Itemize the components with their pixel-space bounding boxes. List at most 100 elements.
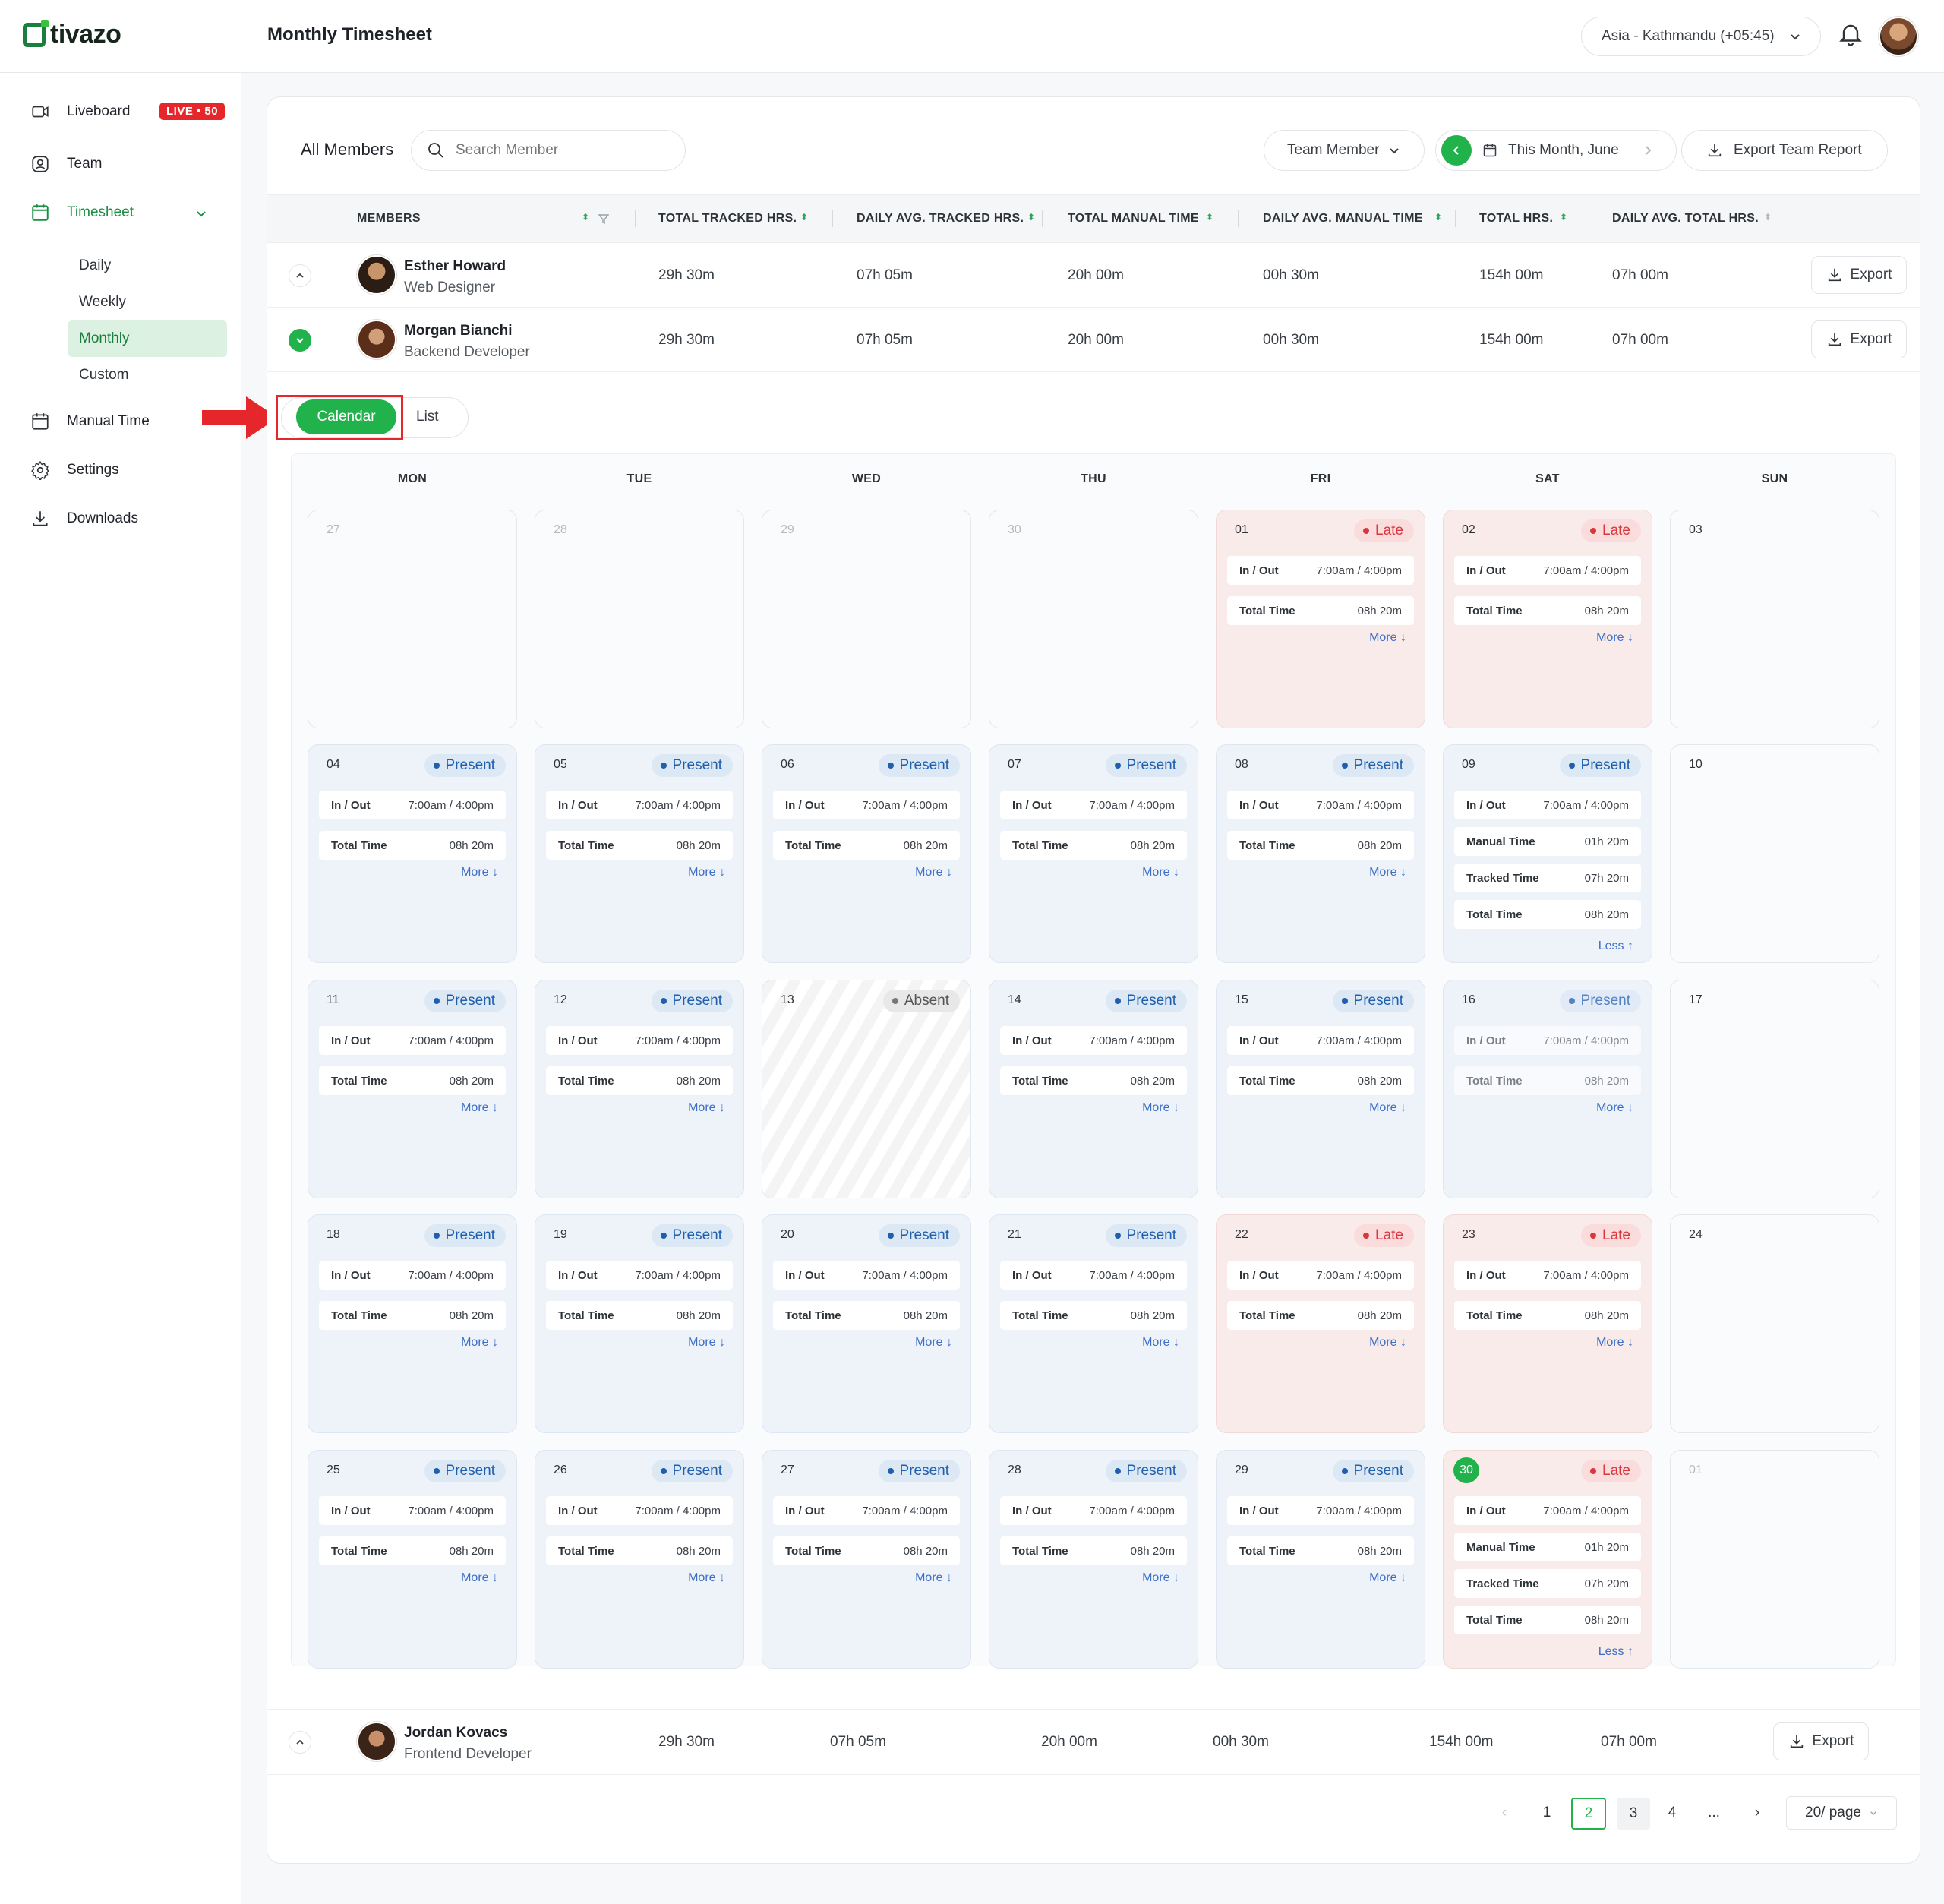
less-toggle[interactable]: Less ↑ — [1598, 939, 1633, 953]
more-toggle[interactable]: More ↓ — [1142, 1571, 1179, 1585]
calendar-day-cell[interactable]: 03 — [1670, 510, 1879, 728]
filter-icon[interactable] — [598, 213, 609, 224]
more-toggle[interactable]: More ↓ — [688, 1336, 725, 1350]
sort-icon[interactable]: ⬍ — [1560, 212, 1567, 223]
calendar-day-cell[interactable]: 14 Present In / Out 7:00am / 4:00pm Total Ti… — [989, 980, 1198, 1198]
calendar-day-cell[interactable]: 07 Present In / Out 7:00am / 4:00pm Total Ti… — [989, 744, 1198, 963]
notification-bell-icon[interactable] — [1837, 21, 1864, 49]
timezone-select[interactable]: Asia - Kathmandu (+05:45) — [1581, 17, 1821, 56]
table-row[interactable]: Morgan Bianchi Backend Developer 29h 30m… — [267, 308, 1920, 372]
sort-icon[interactable]: ⬍ — [1434, 212, 1442, 223]
more-toggle[interactable]: More ↓ — [688, 1571, 725, 1585]
calendar-day-cell[interactable]: 30 Late In / Out 7:00am / 4:00pm Manual Time… — [1443, 1450, 1652, 1669]
more-toggle[interactable]: More ↓ — [1142, 1336, 1179, 1350]
calendar-day-cell[interactable]: 26 Present In / Out 7:00am / 4:00pm Total Ti… — [535, 1450, 744, 1669]
table-row[interactable]: Esther Howard Web Designer 29h 30m 07h 0… — [267, 243, 1920, 308]
calendar-day-cell[interactable]: 15 Present In / Out 7:00am / 4:00pm Total Ti… — [1216, 980, 1425, 1198]
more-toggle[interactable]: More ↓ — [1596, 1101, 1633, 1115]
calendar-day-cell[interactable]: 28 Present In / Out 7:00am / 4:00pm Total Ti… — [989, 1450, 1198, 1669]
search-member[interactable] — [411, 130, 686, 171]
brand-logo[interactable]: tivazo — [23, 19, 122, 49]
pagination-next[interactable]: › — [1746, 1798, 1769, 1828]
calendar-day-cell[interactable]: 25 Present In / Out 7:00am / 4:00pm Total Ti… — [308, 1450, 517, 1669]
calendar-day-cell[interactable]: 01 Late In / Out 7:00am / 4:00pm Total Time 0… — [1216, 510, 1425, 728]
calendar-day-cell[interactable]: 11 Present In / Out 7:00am / 4:00pm Total Ti… — [308, 980, 517, 1198]
more-toggle[interactable]: More ↓ — [1369, 866, 1406, 879]
export-team-report-button[interactable]: Export Team Report — [1681, 130, 1888, 171]
calendar-day-cell[interactable]: 16 Present In / Out 7:00am / 4:00pm Total Ti… — [1443, 980, 1652, 1198]
sidebar-item-manual-time[interactable]: Manual Time — [30, 412, 150, 431]
page-4[interactable]: 4 — [1661, 1798, 1684, 1828]
calendar-day-cell[interactable]: 22 Late In / Out 7:00am / 4:00pm Total Time 0… — [1216, 1214, 1425, 1433]
search-input[interactable] — [456, 142, 668, 159]
more-toggle[interactable]: More ↓ — [1369, 631, 1406, 645]
more-toggle[interactable]: More ↓ — [1142, 1101, 1179, 1115]
calendar-day-cell[interactable]: 04 Present In / Out 7:00am / 4:00pm Total Ti… — [308, 744, 517, 963]
more-toggle[interactable]: More ↓ — [1142, 866, 1179, 879]
more-toggle[interactable]: More ↓ — [1369, 1571, 1406, 1585]
more-toggle[interactable]: More ↓ — [915, 1571, 952, 1585]
table-row[interactable]: Jordan Kovacs Frontend Developer 29h 30m… — [267, 1709, 1920, 1773]
calendar-day-cell[interactable]: 19 Present In / Out 7:00am / 4:00pm Total Ti… — [535, 1214, 744, 1433]
sidebar-item-downloads[interactable]: Downloads — [30, 509, 138, 529]
list-view-button[interactable]: List — [416, 409, 439, 425]
page-1[interactable]: 1 — [1535, 1798, 1558, 1828]
sidebar-item-monthly[interactable]: Monthly — [79, 330, 130, 347]
column-header-daily-avg-manual[interactable]: DAILY AVG. MANUAL TIME — [1263, 212, 1423, 226]
calendar-day-cell[interactable]: 08 Present In / Out 7:00am / 4:00pm Total Ti… — [1216, 744, 1425, 963]
user-avatar[interactable] — [1879, 17, 1918, 56]
sidebar-item-daily[interactable]: Daily — [79, 257, 111, 274]
team-member-select[interactable]: Team Member — [1264, 130, 1425, 171]
sidebar-item-settings[interactable]: Settings — [30, 460, 119, 480]
column-header-total-manual[interactable]: TOTAL MANUAL TIME — [1068, 212, 1199, 226]
calendar-day-cell[interactable]: 29 — [762, 510, 971, 728]
more-toggle[interactable]: More ↓ — [461, 1101, 498, 1115]
more-toggle[interactable]: More ↓ — [1596, 1336, 1633, 1350]
sort-icon[interactable]: ⬍ — [1027, 212, 1035, 223]
less-toggle[interactable]: Less ↑ — [1598, 1645, 1633, 1659]
period-picker[interactable]: This Month, June — [1435, 130, 1677, 171]
calendar-day-cell[interactable]: 23 Late In / Out 7:00am / 4:00pm Total Time 0… — [1443, 1214, 1652, 1433]
sort-icon[interactable]: ⬍ — [1764, 212, 1772, 223]
sort-icon[interactable]: ⬍ — [582, 212, 589, 223]
calendar-day-cell[interactable]: 24 — [1670, 1214, 1879, 1433]
calendar-day-cell[interactable]: 20 Present In / Out 7:00am / 4:00pm Total Ti… — [762, 1214, 971, 1433]
calendar-day-cell[interactable]: 28 — [535, 510, 744, 728]
more-toggle[interactable]: More ↓ — [461, 1571, 498, 1585]
column-header-total-hrs[interactable]: TOTAL HRS. — [1479, 212, 1553, 226]
calendar-day-cell[interactable]: 18 Present In / Out 7:00am / 4:00pm Total Ti… — [308, 1214, 517, 1433]
calendar-day-cell[interactable]: 27 Present In / Out 7:00am / 4:00pm Total Ti… — [762, 1450, 971, 1669]
calendar-day-cell[interactable]: 12 Present In / Out 7:00am / 4:00pm Total Ti… — [535, 980, 744, 1198]
expand-row-button[interactable] — [289, 264, 311, 287]
more-toggle[interactable]: More ↓ — [1369, 1336, 1406, 1350]
pagination-prev[interactable]: ‹ — [1493, 1798, 1516, 1828]
calendar-day-cell[interactable]: 09 Present In / Out 7:00am / 4:00pm Manual T… — [1443, 744, 1652, 963]
sidebar-item-custom[interactable]: Custom — [79, 367, 128, 384]
calendar-day-cell[interactable]: 06 Present In / Out 7:00am / 4:00pm Total Ti… — [762, 744, 971, 963]
calendar-day-cell[interactable]: 30 — [989, 510, 1198, 728]
column-header-daily-avg-total[interactable]: DAILY AVG. TOTAL HRS. — [1612, 212, 1759, 226]
calendar-day-cell[interactable]: 02 Late In / Out 7:00am / 4:00pm Total Time 0… — [1443, 510, 1652, 728]
more-toggle[interactable]: More ↓ — [1369, 1101, 1406, 1115]
expand-row-button[interactable] — [289, 1731, 311, 1754]
previous-period-button[interactable] — [1441, 135, 1472, 166]
calendar-day-cell[interactable]: 13 Absent — [762, 980, 971, 1198]
calendar-day-cell[interactable]: 10 — [1670, 744, 1879, 963]
export-button[interactable]: Export — [1811, 320, 1907, 358]
page-3[interactable]: 3 — [1617, 1798, 1650, 1830]
calendar-day-cell[interactable]: 27 — [308, 510, 517, 728]
sort-icon[interactable]: ⬍ — [1206, 212, 1213, 223]
sidebar-item-liveboard[interactable]: Liveboard — [30, 102, 130, 122]
column-header-members[interactable]: MEMBERS — [357, 212, 421, 226]
page-size-select[interactable]: 20/ page — [1786, 1796, 1897, 1830]
calendar-day-cell[interactable]: 17 — [1670, 980, 1879, 1198]
sort-icon[interactable]: ⬍ — [800, 212, 808, 223]
calendar-day-cell[interactable]: 29 Present In / Out 7:00am / 4:00pm Total Ti… — [1216, 1450, 1425, 1669]
more-toggle[interactable]: More ↓ — [1596, 631, 1633, 645]
more-toggle[interactable]: More ↓ — [688, 866, 725, 879]
sidebar-item-team[interactable]: Team — [30, 154, 102, 174]
more-toggle[interactable]: More ↓ — [461, 1336, 498, 1350]
calendar-day-cell[interactable]: 05 Present In / Out 7:00am / 4:00pm Total Ti… — [535, 744, 744, 963]
more-toggle[interactable]: More ↓ — [915, 1336, 952, 1350]
more-toggle[interactable]: More ↓ — [461, 866, 498, 879]
